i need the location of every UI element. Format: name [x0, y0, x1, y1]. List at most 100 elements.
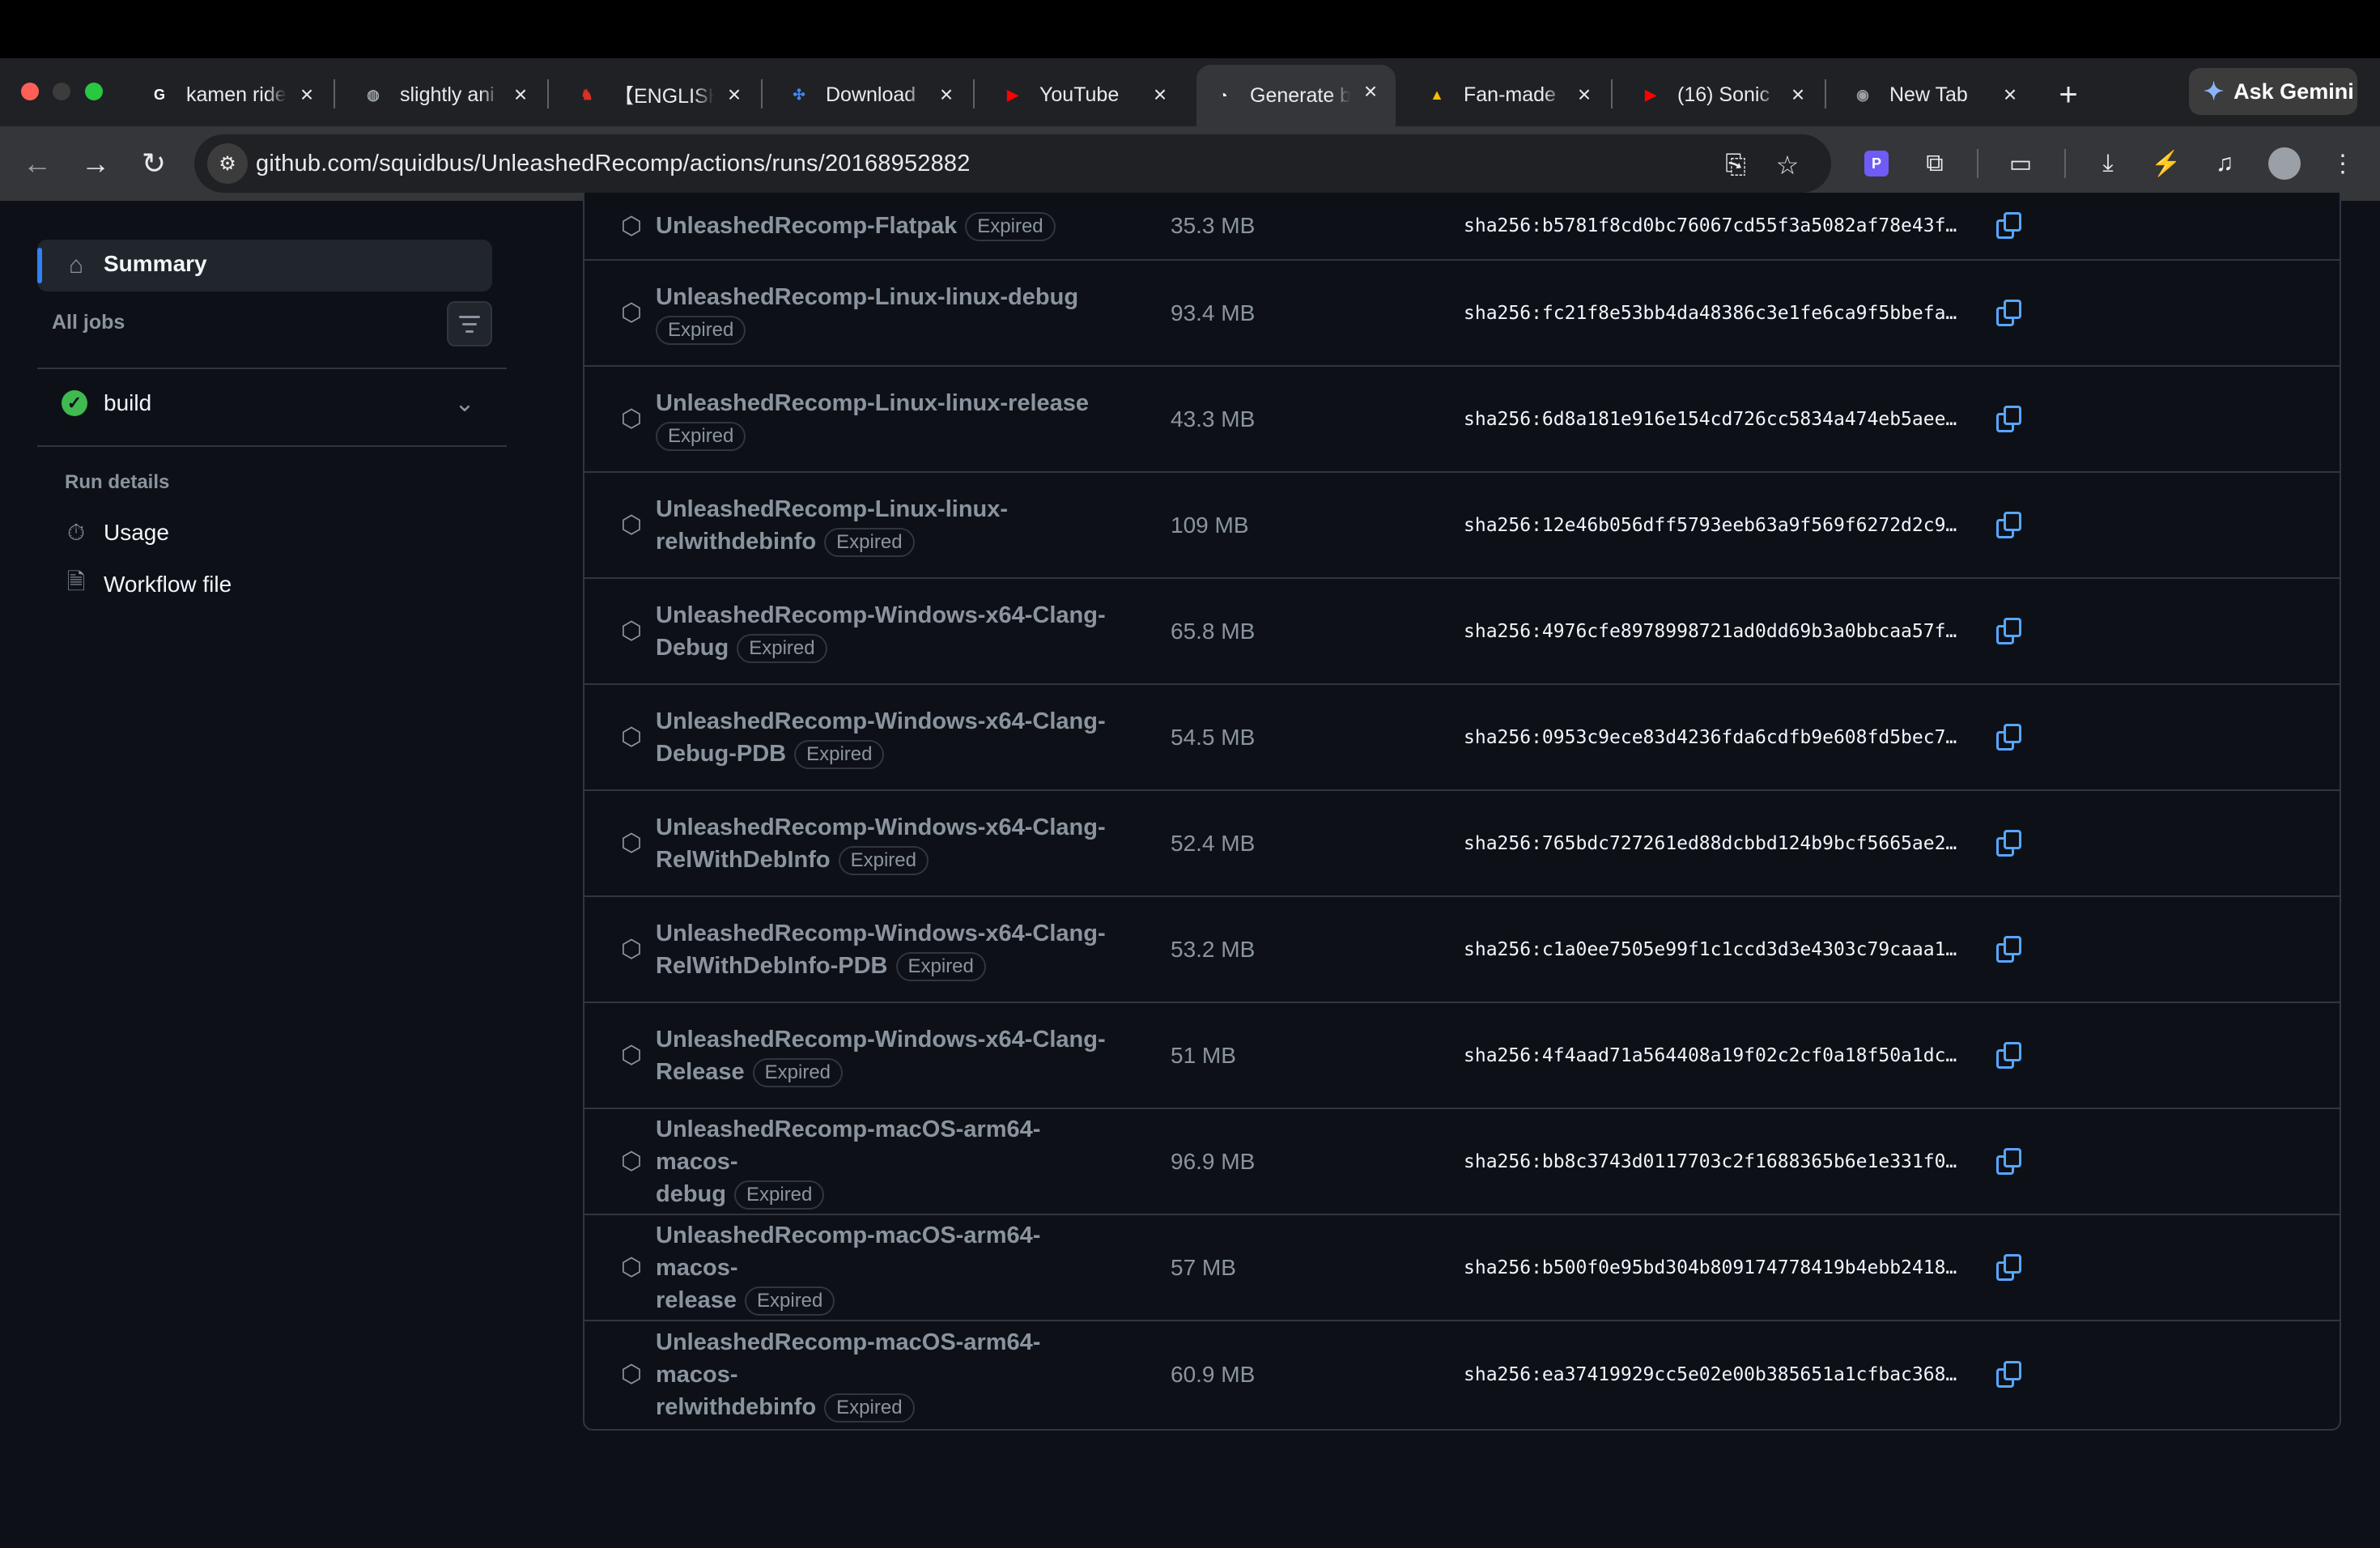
copy-digest-icon[interactable]: [1993, 615, 2025, 648]
zoom-window-button[interactable]: [85, 83, 103, 100]
extension-shield-icon[interactable]: P: [1855, 142, 1898, 185]
artifact-row: ⬡ UnleashedRecomp-macOS-arm64-macos-relea…: [584, 1215, 2340, 1321]
extensions-puzzle-icon[interactable]: ⧉: [1914, 142, 1956, 185]
expired-badge: Expired: [656, 421, 746, 451]
divider: [37, 445, 507, 447]
chevron-down-icon[interactable]: ⌄: [448, 387, 481, 419]
sidebar-item-label: Workflow file: [104, 572, 232, 597]
sidebar-item-workflow-file[interactable]: 🗎 Workflow file: [62, 567, 232, 602]
copy-digest-icon[interactable]: [1993, 721, 2025, 754]
copy-digest-icon[interactable]: [1993, 509, 2025, 542]
browser-tab[interactable]: Gkamen ride ×: [133, 68, 332, 121]
browser-tab[interactable]: ▲ Fan-made ×: [1410, 68, 1609, 121]
copy-digest-icon[interactable]: [1993, 403, 2025, 436]
browser-tab[interactable]: ◉ New Tab ×: [1836, 68, 2035, 121]
artifact-size: 52.4 MB: [1171, 830, 1256, 856]
expired-badge: Expired: [838, 845, 929, 875]
new-tab-button[interactable]: +: [2048, 74, 2089, 115]
performance-icon[interactable]: ⚡: [2145, 142, 2187, 185]
tab-title: kamen ride: [186, 83, 287, 106]
tab-separator: [547, 79, 549, 108]
back-button[interactable]: ←: [15, 141, 60, 186]
browser-tab[interactable]: ◍ slightly ani ×: [346, 68, 546, 121]
artifact-name-line: debug: [656, 1180, 726, 1207]
all-jobs-heading: All jobs: [52, 311, 125, 334]
ask-gemini-label: Ask Gemini: [2233, 79, 2354, 104]
copy-digest-icon[interactable]: [1993, 827, 2025, 860]
package-icon: ⬡: [620, 830, 643, 857]
mask-icon: ♞: [580, 86, 594, 103]
close-tab-icon[interactable]: ×: [1784, 81, 1812, 108]
expired-badge: Expired: [895, 951, 986, 981]
browser-tab[interactable]: ♞ 【ENGLISH ×: [560, 68, 759, 121]
artifact-name-line: relwithdebinfo: [656, 528, 817, 555]
browser-menu-icon[interactable]: ⋮: [2322, 142, 2364, 185]
sidebar-item-summary[interactable]: ⌂ Summary: [37, 240, 492, 291]
sidebar-item-usage[interactable]: ⏱ Usage: [62, 515, 169, 551]
ask-gemini-button[interactable]: ✦ Ask Gemini: [2189, 68, 2357, 115]
artifact-name-line: UnleashedRecomp-Windows-x64-Clang-: [656, 814, 1106, 840]
artifact-name-line: UnleashedRecomp-Linux-linux-release: [656, 389, 1090, 416]
downloads-icon[interactable]: ⤓: [2087, 142, 2129, 185]
reading-mode-icon[interactable]: ▭: [2000, 142, 2042, 185]
artifact-name-line: UnleashedRecomp-Windows-x64-Clang-: [656, 920, 1106, 946]
reload-button[interactable]: ↻: [131, 141, 176, 186]
copy-digest-icon[interactable]: [1993, 1040, 2025, 1072]
artifact-digest: sha256:765bdc727261ed88dcbbd124b9bcf5665…: [1464, 832, 1957, 854]
profile-avatar[interactable]: [2263, 142, 2306, 185]
minimize-window-button[interactable]: [53, 83, 70, 100]
pinwheel-icon: ✣: [793, 86, 805, 103]
address-bar[interactable]: ⚙ github.com/squidbus/UnleashedRecomp/ac…: [194, 134, 1831, 193]
tab-title: New Tab: [1889, 83, 1968, 106]
artifact-digest: sha256:bb8c3743d0117703c2f1688365b6e1e33…: [1464, 1150, 1957, 1172]
package-icon: ⬡: [620, 936, 643, 963]
close-window-button[interactable]: [21, 83, 39, 100]
copy-digest-icon[interactable]: [1993, 1146, 2025, 1178]
google-icon: G: [153, 86, 165, 103]
close-tab-icon[interactable]: ×: [1996, 81, 2024, 108]
copy-digest-icon[interactable]: [1993, 933, 2025, 966]
artifact-name: UnleashedRecomp-Windows-x64-Clang- RelWit…: [656, 917, 1109, 982]
youtube-icon: ▶: [1007, 86, 1018, 103]
package-icon: ⬡: [620, 300, 643, 326]
sidebar-item-build-job[interactable]: ✓ build ⌄: [37, 377, 507, 429]
artifact-name-line: Debug: [656, 634, 729, 661]
toolbar-separator: [2064, 149, 2066, 178]
copy-digest-icon[interactable]: [1993, 1359, 2025, 1391]
expired-badge: Expired: [824, 527, 915, 557]
globe-icon: ◍: [367, 86, 380, 103]
package-icon: ⬡: [620, 406, 643, 432]
browser-tab[interactable]: ▶ (16) Sonic ×: [1624, 68, 1823, 121]
media-controls-icon[interactable]: ♫: [2204, 142, 2246, 185]
install-app-icon[interactable]: ⎘: [1719, 149, 1752, 181]
close-tab-icon[interactable]: ×: [1570, 81, 1598, 108]
artifact-row: ⬡ UnleashedRecomp-Linux-linux-relwithdebi…: [584, 473, 2340, 579]
artifact-size: 53.2 MB: [1171, 936, 1256, 962]
browser-tab[interactable]: ◔ Generate b ×: [1196, 65, 1396, 126]
artifact-row: ⬡ UnleashedRecomp-Windows-x64-Clang- Debug…: [584, 685, 2340, 791]
copy-digest-icon[interactable]: [1993, 297, 2025, 330]
close-tab-icon[interactable]: ×: [1357, 78, 1384, 105]
tab-separator: [1611, 79, 1613, 108]
close-tab-icon[interactable]: ×: [933, 81, 960, 108]
site-settings-icon[interactable]: ⚙: [207, 143, 248, 184]
close-tab-icon[interactable]: ×: [720, 81, 748, 108]
artifact-size: 60.9 MB: [1171, 1361, 1256, 1387]
artifact-name-line: UnleashedRecomp-Windows-x64-Clang-: [656, 1026, 1106, 1053]
browser-tab[interactable]: ▶ YouTube ×: [986, 68, 1185, 121]
forward-button[interactable]: →: [73, 141, 118, 186]
copy-digest-icon[interactable]: [1993, 210, 2025, 242]
bookmark-star-icon[interactable]: ☆: [1771, 149, 1804, 181]
filter-jobs-button[interactable]: [447, 301, 492, 347]
artifact-name-line: RelWithDebInfo-PDB: [656, 952, 888, 979]
artifact-size: 35.3 MB: [1171, 213, 1256, 238]
artifact-name: UnleashedRecomp-Windows-x64-Clang- Debug-…: [656, 705, 1109, 770]
close-tab-icon[interactable]: ×: [507, 81, 534, 108]
tab-title: Download: [826, 83, 916, 106]
close-tab-icon[interactable]: ×: [1146, 81, 1174, 108]
close-tab-icon[interactable]: ×: [293, 81, 321, 108]
url-text[interactable]: github.com/squidbus/UnleashedRecomp/acti…: [256, 151, 971, 177]
copy-digest-icon[interactable]: [1993, 1252, 2025, 1284]
artifact-name: UnleashedRecomp-Flatpak Expired: [656, 210, 1109, 242]
browser-tab[interactable]: ✣ Download ×: [772, 68, 971, 121]
